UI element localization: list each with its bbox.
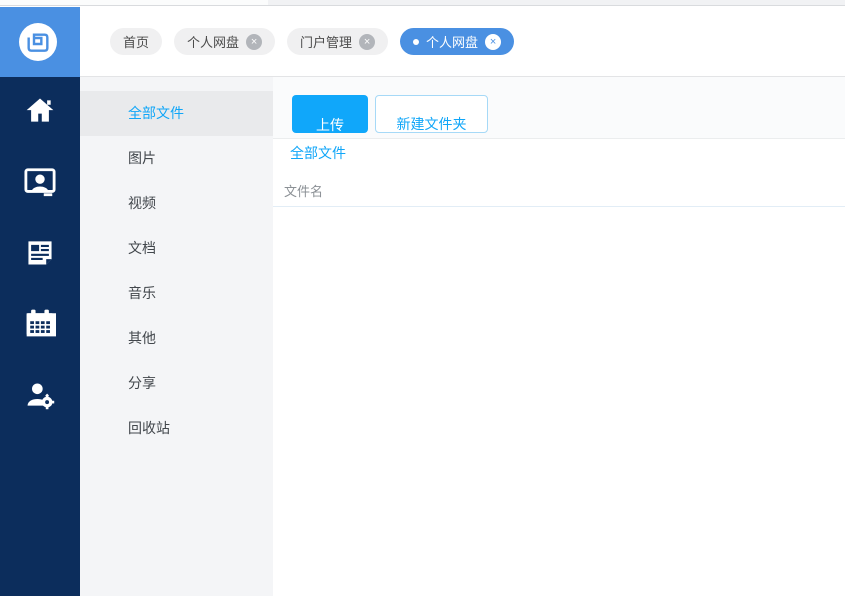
- tab-personal-drive-active[interactable]: 个人网盘 ×: [400, 28, 514, 55]
- sidebar-item-documents[interactable]: 文档: [80, 226, 273, 271]
- main-nav-sidebar: [0, 77, 80, 596]
- app-window: 首页 个人网盘 × 门户管理 × 个人网盘 ×: [0, 0, 845, 596]
- spiral-logo-icon: [26, 30, 50, 54]
- new-folder-button-label: 新建文件夹: [376, 114, 487, 134]
- user-settings-icon[interactable]: [0, 375, 80, 415]
- file-toolbar: 上传 新建文件夹: [273, 77, 845, 139]
- sidebar-item-music[interactable]: 音乐: [80, 271, 273, 316]
- new-folder-button[interactable]: 新建文件夹: [375, 95, 488, 133]
- contacts-icon[interactable]: [0, 162, 80, 202]
- close-icon[interactable]: ×: [359, 34, 375, 50]
- logo-circle: [19, 23, 57, 61]
- home-icon[interactable]: [0, 91, 80, 131]
- tab-label: 个人网盘: [187, 32, 239, 51]
- tab-label: 首页: [123, 32, 149, 51]
- file-list-empty-area: [273, 208, 845, 596]
- tab-label: 个人网盘: [426, 32, 478, 51]
- top-strip: [0, 0, 845, 6]
- tab-label: 门户管理: [300, 32, 352, 51]
- file-category-sidebar: 全部文件 图片 视频 文档 音乐 其他 分享 回收站: [80, 77, 273, 596]
- sidebar-item-pictures[interactable]: 图片: [80, 136, 273, 181]
- close-icon[interactable]: ×: [485, 34, 501, 50]
- news-icon[interactable]: [0, 232, 80, 272]
- sidebar-item-share[interactable]: 分享: [80, 361, 273, 406]
- calendar-icon[interactable]: [0, 303, 80, 343]
- tab-home[interactable]: 首页: [110, 28, 162, 55]
- upload-button-label: 上传: [292, 115, 368, 133]
- sidebar-item-others[interactable]: 其他: [80, 316, 273, 361]
- app-logo[interactable]: [0, 7, 80, 77]
- main-content: 上传 新建文件夹 全部文件 文件名: [273, 77, 845, 596]
- file-name-column-header: 文件名: [273, 177, 845, 207]
- tab-portal-management[interactable]: 门户管理 ×: [287, 28, 388, 55]
- sidebar-item-videos[interactable]: 视频: [80, 181, 273, 226]
- tab-personal-drive-1[interactable]: 个人网盘 ×: [174, 28, 275, 55]
- active-tab-dot: [413, 39, 419, 45]
- sidebar-item-recycle-bin[interactable]: 回收站: [80, 406, 273, 451]
- sidebar-item-all-files[interactable]: 全部文件: [80, 91, 273, 136]
- close-icon[interactable]: ×: [246, 34, 262, 50]
- tab-bar: 首页 个人网盘 × 门户管理 × 个人网盘 ×: [80, 7, 845, 77]
- upload-button[interactable]: 上传: [292, 95, 368, 133]
- top-strip-right: [268, 0, 845, 5]
- breadcrumb[interactable]: 全部文件: [290, 143, 346, 163]
